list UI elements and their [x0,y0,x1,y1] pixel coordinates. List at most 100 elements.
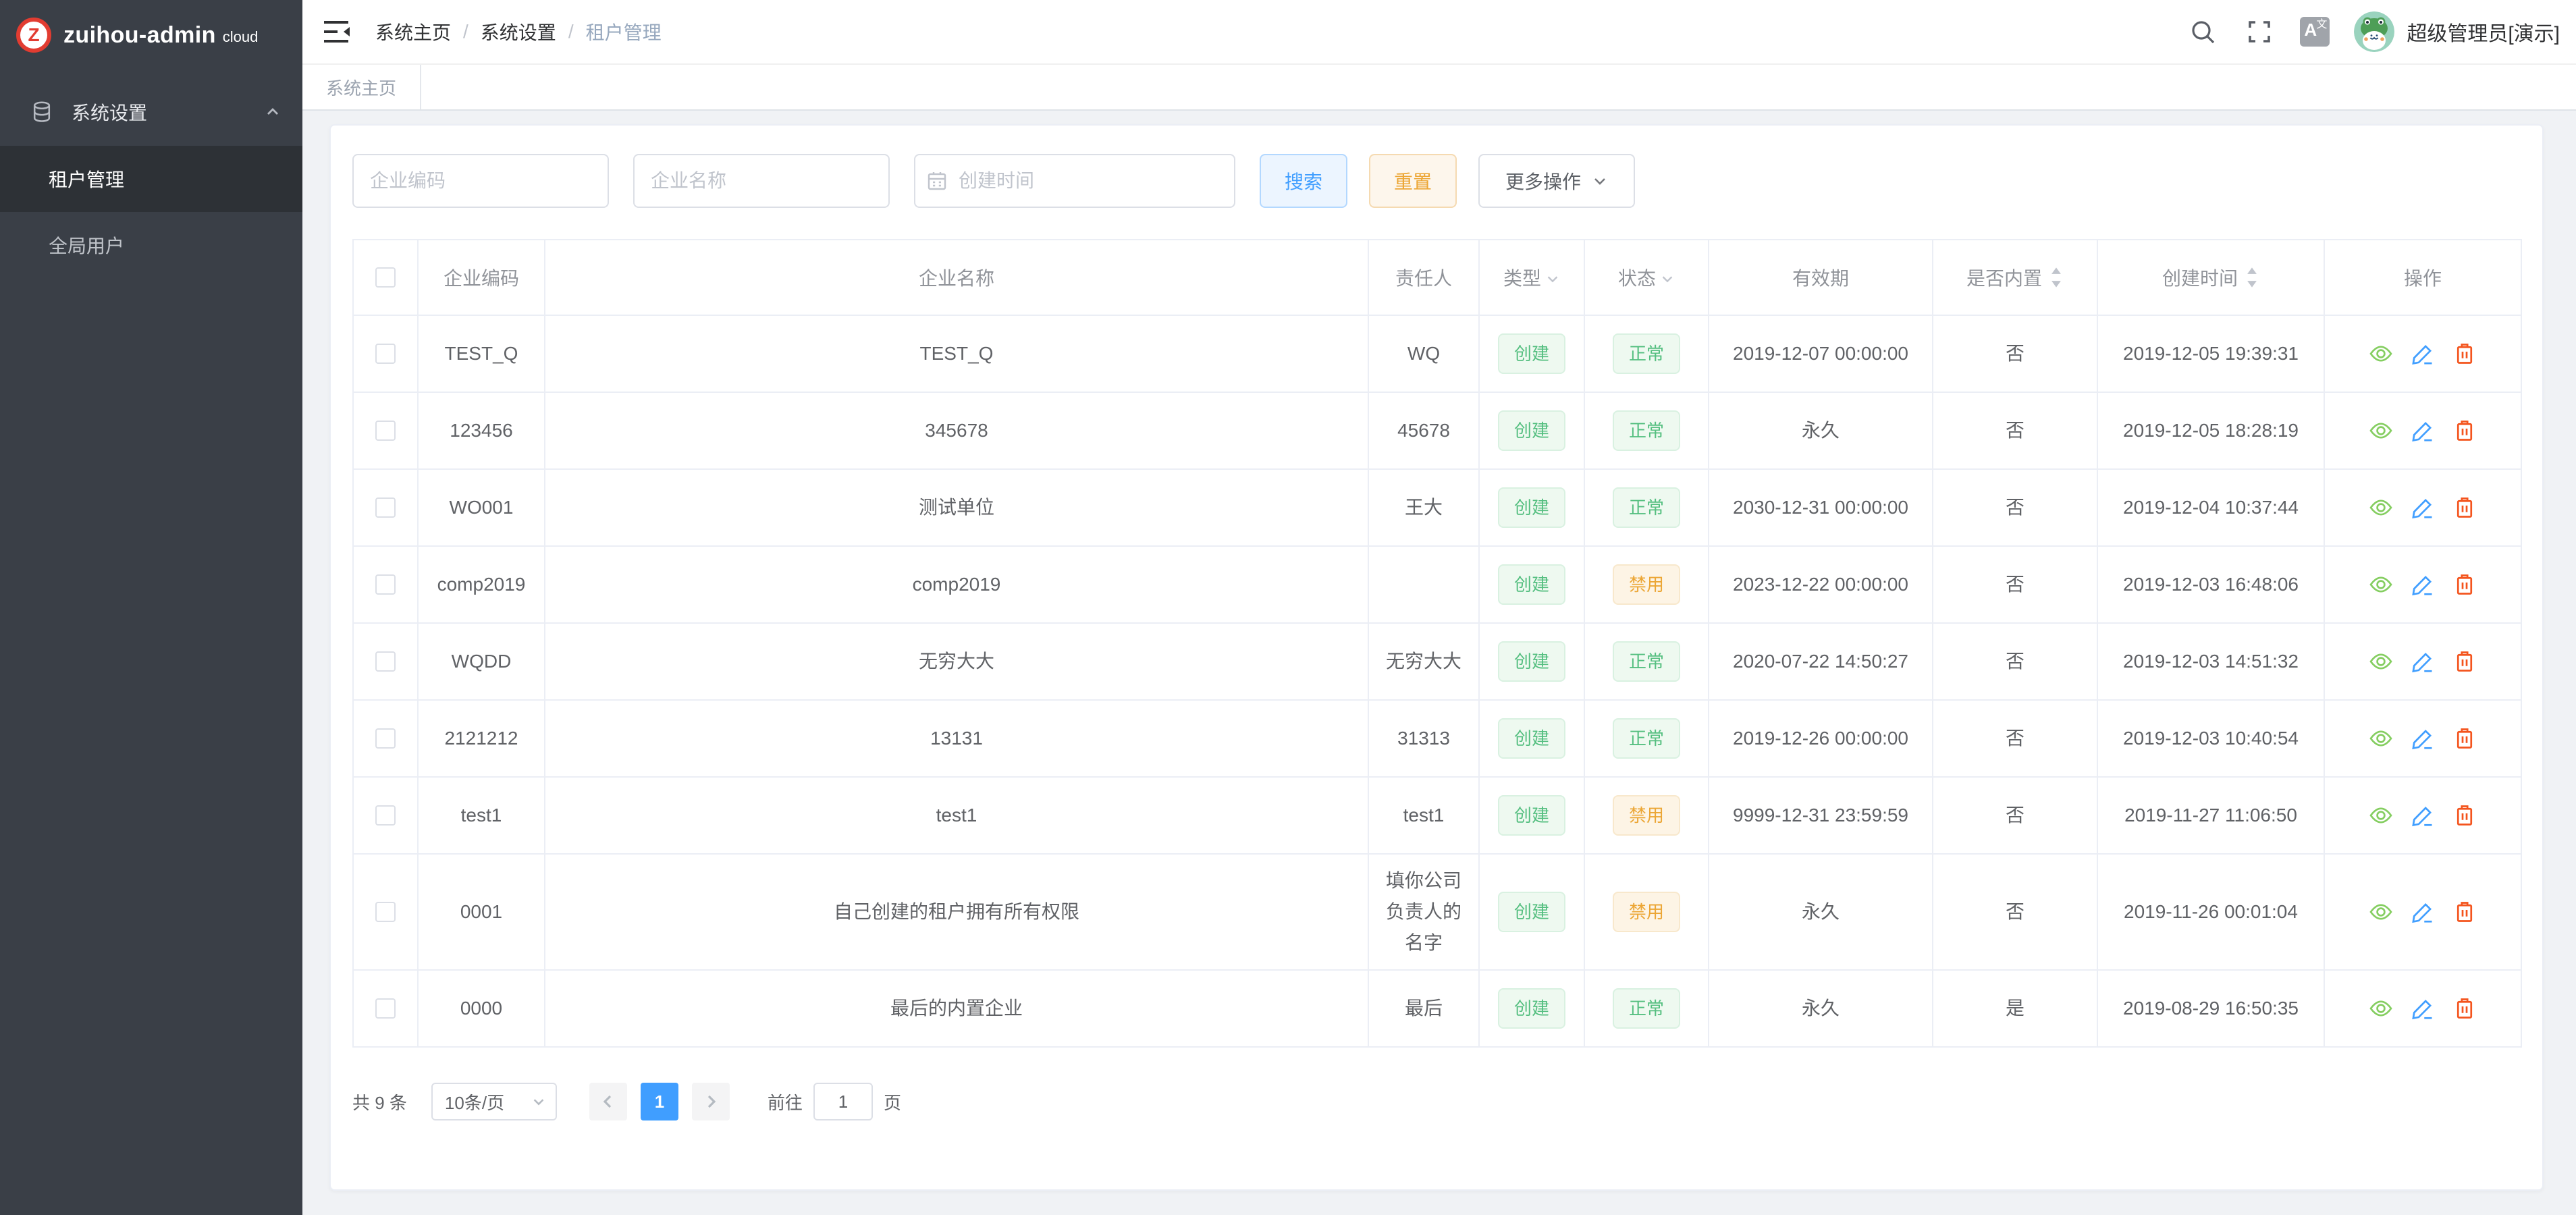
breadcrumb-home[interactable]: 系统主页 [375,18,451,45]
row-checkbox[interactable] [375,805,396,826]
tab-system-home[interactable]: 系统主页 [302,65,421,109]
row-checkbox[interactable] [375,651,396,672]
edit-icon[interactable] [2411,495,2435,520]
status-badge: 禁用 [1613,795,1680,836]
cell-created: 2019-12-03 16:48:06 [2097,546,2324,623]
column-header-状态: 状态 [1584,240,1709,315]
filter-arrow-icon[interactable] [1545,271,1560,286]
more-actions-button[interactable]: 更多操作 [1478,154,1635,208]
page-number-1[interactable]: 1 [641,1083,678,1120]
cell-company-code: 2121212 [418,700,545,777]
delete-icon[interactable] [2452,342,2477,366]
edit-icon[interactable] [2411,900,2435,924]
row-checkbox[interactable] [375,728,396,749]
delete-icon[interactable] [2452,996,2477,1021]
breadcrumb-current: 租户管理 [586,18,662,45]
view-icon[interactable] [2369,495,2393,520]
delete-icon[interactable] [2452,495,2477,520]
create-time-input[interactable] [914,154,1235,208]
company-name-input[interactable] [633,154,890,208]
edit-icon[interactable] [2411,572,2435,597]
cell-created: 2019-12-05 18:28:19 [2097,392,2324,469]
view-icon[interactable] [2369,342,2393,366]
status-badge: 正常 [1613,988,1680,1029]
type-badge: 创建 [1498,988,1565,1029]
cell-owner: 31313 [1368,700,1479,777]
cell-builtin: 否 [1933,700,2097,777]
view-icon[interactable] [2369,572,2393,597]
prev-page-button[interactable] [589,1083,627,1120]
breadcrumb-separator: / [568,21,574,43]
company-code-input[interactable] [352,154,609,208]
column-header-企业名称: 企业名称 [545,240,1368,315]
cell-builtin: 否 [1933,623,2097,700]
row-checkbox[interactable] [375,998,396,1019]
search-icon[interactable] [2189,18,2216,45]
goto-page-input[interactable] [813,1083,873,1120]
search-button[interactable]: 搜索 [1260,154,1347,208]
tab-bar: 系统主页 [302,65,2576,111]
cell-type: 创建 [1479,623,1584,700]
delete-icon[interactable] [2452,418,2477,443]
cell-company-code: TEST_Q [418,315,545,392]
sidebar-item-global-users[interactable]: 全局用户 [0,212,302,278]
column-header-是否内置: 是否内置 [1933,240,2097,315]
cell-company-name: test1 [545,777,1368,854]
sort-caret-icon[interactable] [2049,265,2064,290]
view-icon[interactable] [2369,996,2393,1021]
next-page-button[interactable] [692,1083,730,1120]
breadcrumb-settings[interactable]: 系统设置 [481,18,556,45]
cell-created: 2019-12-05 19:39:31 [2097,315,2324,392]
reset-button[interactable]: 重置 [1369,154,1457,208]
edit-icon[interactable] [2411,803,2435,828]
view-icon[interactable] [2369,900,2393,924]
cell-select [353,854,418,970]
cell-status: 正常 [1584,970,1709,1047]
app-window: Z zuihou-admin cloud 系统设置 租户管理 全局用户 [0,0,2576,1215]
row-checkbox[interactable] [375,902,396,922]
table-row: 0001自己创建的租户拥有所有权限填你公司负责人的名字创建禁用永久否2019-1… [353,854,2521,970]
view-icon[interactable] [2369,803,2393,828]
type-badge: 创建 [1498,487,1565,528]
view-icon[interactable] [2369,418,2393,443]
delete-icon[interactable] [2452,900,2477,924]
edit-icon[interactable] [2411,342,2435,366]
edit-icon[interactable] [2411,726,2435,751]
delete-icon[interactable] [2452,803,2477,828]
row-checkbox[interactable] [375,421,396,441]
table-row: TEST_QTEST_QWQ创建正常2019-12-07 00:00:00否20… [353,315,2521,392]
edit-icon[interactable] [2411,996,2435,1021]
row-checkbox[interactable] [375,344,396,364]
cell-select [353,469,418,546]
current-user[interactable]: 超级管理员[演示] [2407,17,2560,47]
delete-icon[interactable] [2452,649,2477,674]
cell-builtin: 否 [1933,392,2097,469]
delete-icon[interactable] [2452,726,2477,751]
column-header-类型: 类型 [1479,240,1584,315]
edit-icon[interactable] [2411,418,2435,443]
delete-icon[interactable] [2452,572,2477,597]
collapse-sidebar-icon[interactable] [321,17,351,47]
cell-company-code: comp2019 [418,546,545,623]
sidebar-item-system-settings[interactable]: 系统设置 [0,78,302,146]
cell-type: 创建 [1479,315,1584,392]
view-icon[interactable] [2369,649,2393,674]
filter-arrow-icon[interactable] [1660,271,1675,286]
page-size-select[interactable]: 10条/页 [431,1083,557,1120]
cell-company-code: 0000 [418,970,545,1047]
sort-caret-icon[interactable] [2245,265,2259,290]
frog-avatar-image [2354,11,2394,52]
sidebar-item-tenant-management[interactable]: 租户管理 [0,146,302,212]
row-checkbox[interactable] [375,497,396,518]
avatar[interactable] [2354,11,2394,52]
fullscreen-icon[interactable] [2246,18,2273,45]
logo-icon: Z [16,18,51,53]
cell-select [353,700,418,777]
cell-owner: 45678 [1368,392,1479,469]
select-all-checkbox[interactable] [375,267,396,288]
language-icon[interactable]: A 文 [2300,17,2330,47]
edit-icon[interactable] [2411,649,2435,674]
cell-created: 2019-11-26 00:01:04 [2097,854,2324,970]
row-checkbox[interactable] [375,574,396,595]
view-icon[interactable] [2369,726,2393,751]
